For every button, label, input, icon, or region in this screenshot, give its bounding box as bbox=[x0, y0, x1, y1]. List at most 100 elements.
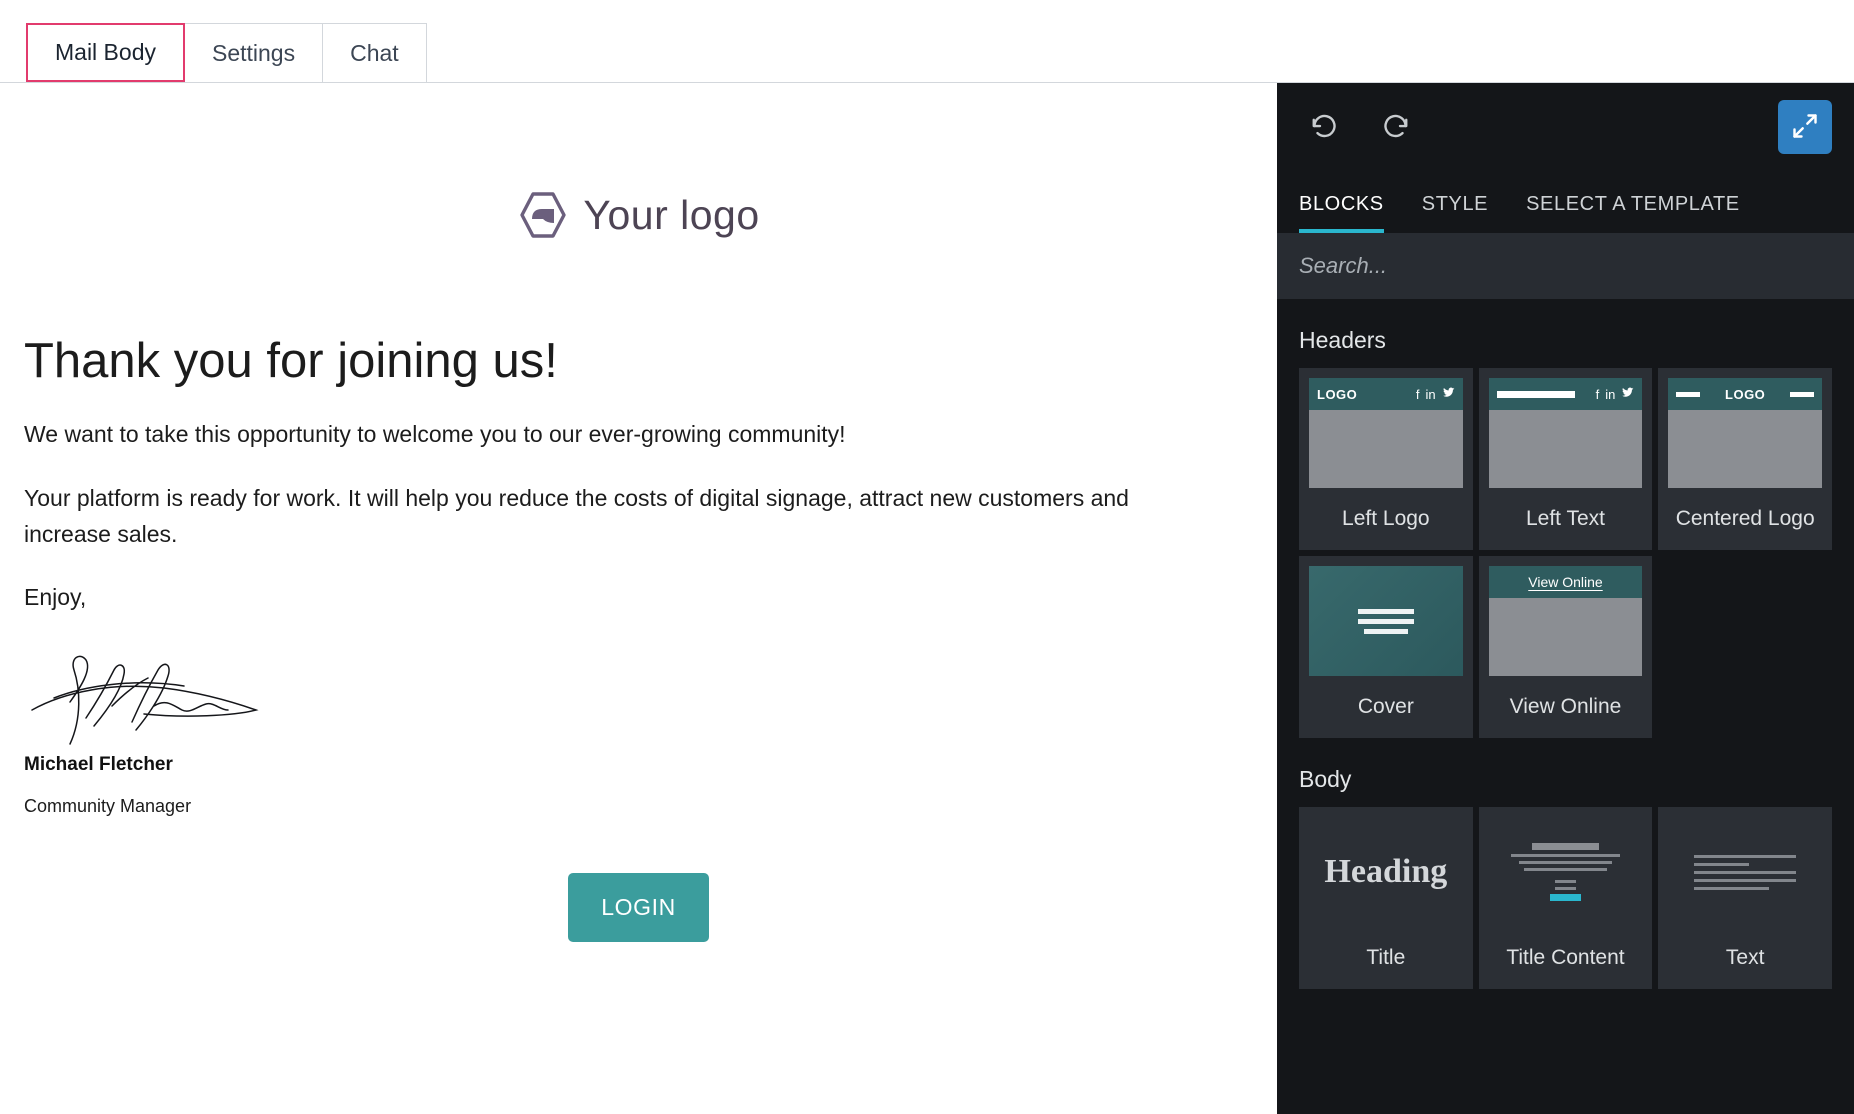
social-icons-group: f in bbox=[1416, 386, 1455, 402]
thumb-header-bar: LOGO bbox=[1668, 378, 1822, 410]
section-body-label: Body bbox=[1299, 766, 1352, 792]
expand-arrows-icon bbox=[1791, 112, 1819, 143]
mail-paragraph-2: Your platform is ready for work. It will… bbox=[24, 484, 1129, 547]
thumb-text-placeholder-bar bbox=[1496, 390, 1575, 398]
hexagon-logo-icon bbox=[517, 189, 569, 241]
thumb-dash-right bbox=[1789, 391, 1814, 397]
mail-body-content: Thank you for joining us! We want to tak… bbox=[0, 333, 1277, 942]
thumb-accent-bar bbox=[1550, 894, 1581, 901]
left-text-thumbnail: f in bbox=[1488, 378, 1643, 488]
thumb-logo-text: LOGO bbox=[1317, 386, 1358, 402]
block-card-left-logo[interactable]: LOGO f in Left Logo bbox=[1299, 368, 1473, 550]
thumb-line-1 bbox=[1694, 854, 1796, 858]
tab-chat[interactable]: Chat bbox=[322, 23, 427, 82]
headers-grid: LOGO f in Left Logo f in Left Text LOGO … bbox=[1299, 368, 1832, 738]
block-card-label: Text bbox=[1725, 946, 1765, 969]
block-card-label: Left Logo bbox=[1342, 507, 1430, 530]
mail-preview-canvas[interactable]: Your logo Thank you for joining us! We w… bbox=[0, 83, 1277, 1114]
thumb-logo-text: LOGO bbox=[1725, 386, 1766, 402]
editor-split: Your logo Thank you for joining us! We w… bbox=[0, 83, 1854, 1114]
cover-line-3 bbox=[1363, 628, 1408, 634]
main-tab-bar: Mail Body Settings Chat bbox=[0, 0, 1854, 83]
title-thumbnail: Heading bbox=[1309, 817, 1463, 927]
title-content-thumbnail bbox=[1488, 817, 1643, 927]
centered-logo-thumbnail: LOGO bbox=[1668, 378, 1822, 488]
section-headers-label: Headers bbox=[1299, 327, 1386, 353]
tab-blocks[interactable]: BLOCKS bbox=[1299, 193, 1384, 233]
thumb-line-1 bbox=[1510, 854, 1621, 857]
block-card-view-online[interactable]: View Online View Online bbox=[1478, 556, 1653, 738]
block-card-title[interactable]: Heading Title bbox=[1299, 807, 1473, 989]
thumb-line-4 bbox=[1554, 880, 1577, 883]
thumb-line-title bbox=[1531, 843, 1600, 850]
view-online-link-text: View Online bbox=[1528, 574, 1603, 590]
cover-line-2 bbox=[1357, 618, 1414, 624]
facebook-icon: f bbox=[1595, 386, 1600, 402]
linkedin-icon: in bbox=[1425, 386, 1436, 402]
grid-filler bbox=[1658, 556, 1832, 738]
thumb-header-bar: f in bbox=[1488, 378, 1643, 410]
block-card-centered-logo[interactable]: LOGO Centered Logo bbox=[1658, 368, 1832, 550]
signature-name: Michael Fletcher bbox=[24, 753, 173, 775]
thumb-header-bar: View Online bbox=[1488, 566, 1643, 598]
tab-mail-body[interactable]: Mail Body bbox=[26, 23, 185, 82]
block-card-label: View Online bbox=[1509, 695, 1622, 718]
mail-logo-text: Your logo bbox=[583, 191, 760, 238]
facebook-icon: f bbox=[1415, 386, 1420, 402]
login-button-wrap: LOGIN bbox=[24, 872, 1253, 942]
thumb-content-placeholder bbox=[1309, 410, 1463, 488]
thumb-content-placeholder bbox=[1668, 410, 1822, 488]
blocks-editor-panel: BLOCKS STYLE SELECT A TEMPLATE Headers L… bbox=[1277, 83, 1854, 1114]
tab-select-a-template[interactable]: SELECT A TEMPLATE bbox=[1526, 193, 1740, 233]
redo-button[interactable] bbox=[1369, 101, 1421, 153]
block-card-label: Centered Logo bbox=[1675, 507, 1815, 530]
block-card-title-content[interactable]: Title Content bbox=[1478, 807, 1653, 989]
thumb-line-2 bbox=[1518, 861, 1613, 864]
thumb-line-4 bbox=[1694, 878, 1796, 882]
panel-toolbar bbox=[1277, 83, 1854, 171]
thumb-line-5 bbox=[1554, 887, 1577, 890]
mail-logo-row[interactable]: Your logo bbox=[0, 189, 1277, 241]
blocks-list[interactable]: Headers LOGO f in Left Logo f in Left Te… bbox=[1277, 299, 1854, 1114]
block-card-label: Title Content bbox=[1506, 946, 1625, 969]
mail-closing: Enjoy, bbox=[24, 584, 87, 611]
view-online-thumbnail: View Online bbox=[1488, 566, 1643, 676]
twitter-icon bbox=[1621, 386, 1634, 402]
body-grid: Heading Title Title Content Text bbox=[1299, 807, 1832, 989]
text-thumbnail bbox=[1668, 817, 1822, 927]
thumb-content-placeholder bbox=[1488, 598, 1643, 676]
social-icons-group: f in bbox=[1596, 386, 1635, 402]
search-input[interactable] bbox=[1299, 253, 1832, 279]
undo-button[interactable] bbox=[1299, 101, 1351, 153]
block-card-text[interactable]: Text bbox=[1658, 807, 1832, 989]
block-card-left-text[interactable]: f in Left Text bbox=[1478, 368, 1653, 550]
tab-settings[interactable]: Settings bbox=[183, 23, 324, 82]
thumb-content-placeholder bbox=[1488, 410, 1643, 488]
tab-style[interactable]: STYLE bbox=[1422, 193, 1488, 233]
cover-line-1 bbox=[1357, 608, 1414, 614]
redo-icon bbox=[1380, 111, 1410, 144]
block-card-cover[interactable]: Cover bbox=[1299, 556, 1473, 738]
expand-button[interactable] bbox=[1778, 100, 1832, 154]
block-card-label: Left Text bbox=[1525, 507, 1605, 530]
panel-tab-bar: BLOCKS STYLE SELECT A TEMPLATE bbox=[1277, 171, 1854, 233]
block-card-label: Title bbox=[1366, 946, 1406, 969]
twitter-icon bbox=[1442, 386, 1455, 402]
thumb-dash-left bbox=[1676, 391, 1701, 397]
cover-thumbnail bbox=[1309, 566, 1463, 676]
email-editor-app: Mail Body Settings Chat Your logo Thank bbox=[0, 0, 1854, 1114]
thumb-header-bar: LOGO f in bbox=[1309, 378, 1463, 410]
login-button[interactable]: LOGIN bbox=[568, 872, 709, 942]
thumb-line-3 bbox=[1694, 870, 1796, 874]
block-card-label: Cover bbox=[1357, 695, 1414, 718]
block-search-box[interactable] bbox=[1277, 233, 1854, 299]
linkedin-icon: in bbox=[1605, 386, 1616, 402]
thumb-line-3 bbox=[1524, 868, 1607, 871]
undo-icon bbox=[1310, 111, 1340, 144]
tab-chat-label: Chat bbox=[350, 39, 399, 66]
thumb-line-5 bbox=[1694, 886, 1769, 890]
left-logo-thumbnail: LOGO f in bbox=[1309, 378, 1463, 488]
mail-paragraph-1: We want to take this opportunity to welc… bbox=[24, 421, 846, 448]
thumb-line-2 bbox=[1694, 862, 1750, 866]
mail-heading: Thank you for joining us! bbox=[24, 334, 558, 388]
